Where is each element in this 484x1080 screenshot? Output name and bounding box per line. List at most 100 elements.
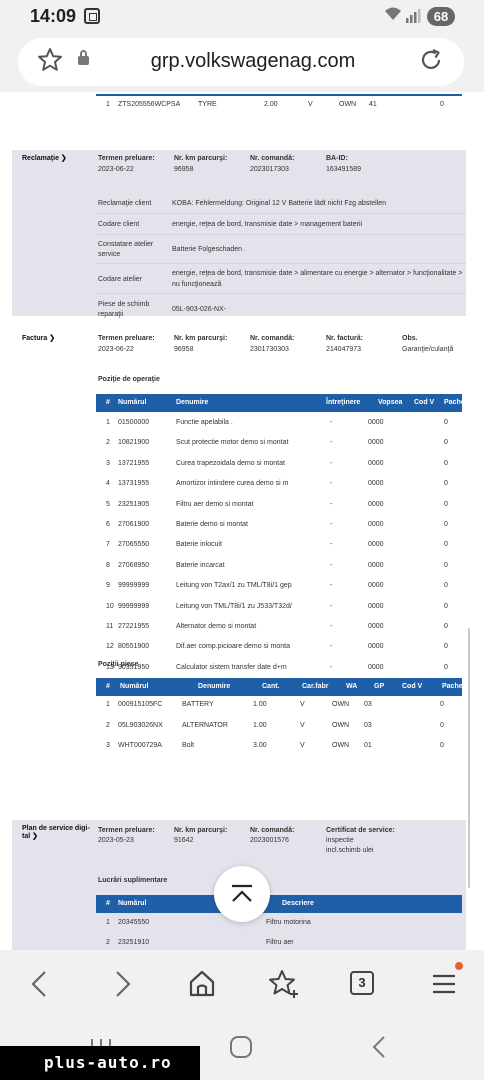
paint-value: 0000 [368, 419, 384, 426]
operation-description: Dif.aer comp.picioare demo si monta [176, 643, 290, 651]
part-number: WHT000729A [118, 742, 162, 749]
address-bar[interactable]: grp.volkswagenag.com [18, 38, 464, 86]
operation-number: 23251905 [118, 500, 150, 508]
operation-description: Curea trapezoidala demo si montat [176, 459, 285, 467]
operation-description: Leitung von TML/T8i/1 zu J533/T32d/ [176, 602, 292, 610]
work-number: 20345550 [118, 919, 150, 926]
manufacturer-flag: V [300, 701, 305, 708]
ops-title: Poziţie de operaţie [98, 376, 160, 383]
table-bottom-border [96, 94, 462, 96]
operation-number: 80551900 [118, 643, 150, 651]
url-text[interactable]: grp.volkswagenag.com [108, 50, 398, 73]
pachet-value: 0 [444, 521, 448, 528]
gp-value: 03 [364, 721, 372, 729]
browser-toolbar: grp.volkswagenag.com [0, 34, 484, 92]
pachet-value: 0 [444, 419, 448, 426]
factura-toggle[interactable]: Factura ❯ [22, 334, 55, 342]
pachet-value: 0 [444, 500, 448, 508]
menu-button[interactable] [424, 964, 464, 1004]
chevron-down-icon: ❯ [60, 155, 67, 162]
paint-value: 0000 [368, 623, 384, 630]
wa-value: OWN [332, 701, 350, 708]
forward-button[interactable] [102, 964, 142, 1004]
operation-description: Baterie demo si montat [176, 521, 248, 528]
work-description: Filtru motorina [266, 919, 311, 926]
reload-icon[interactable] [418, 47, 444, 77]
operation-number: 99999999 [118, 582, 150, 590]
bookmarks-button[interactable] [262, 964, 302, 1004]
operation-description: Filtru aer demo si montat [176, 500, 254, 508]
lock-icon [78, 50, 89, 65]
pachet-value: 0 [444, 459, 448, 467]
page-viewport[interactable]: 1 ZTS205556WCPSA TYRE 2.00 V OWN 41 0 Re… [0, 92, 484, 950]
service-plan-toggle[interactable]: Plan de service digi- tal ❯ [22, 825, 90, 840]
pachet-value: 0 [444, 480, 448, 488]
pachet-value: 0 [440, 742, 444, 749]
row-index: 9 [106, 582, 110, 590]
maintenance-value: - [330, 643, 333, 651]
maintenance-value: - [330, 521, 333, 528]
home-circle-icon[interactable] [228, 1034, 254, 1060]
work-description: Filtru aer [266, 939, 294, 946]
operation-number: 01500000 [118, 419, 150, 426]
extra-works-title: Lucrări suplimentare [98, 877, 168, 884]
row-index: 8 [106, 561, 110, 569]
bookmark-star-icon[interactable] [37, 47, 63, 77]
scroll-to-top-button[interactable] [214, 866, 270, 922]
scrollbar[interactable] [468, 628, 470, 888]
pachet-value: 0 [444, 561, 448, 569]
maintenance-value: - [330, 541, 333, 549]
row-index: 2 [106, 439, 110, 447]
parts-title: Poziţii piese [98, 661, 139, 668]
operation-description: Baterie incarcat [176, 561, 225, 569]
maintenance-value: - [330, 602, 333, 610]
row-index: 6 [106, 521, 110, 528]
maintenance-value: - [330, 480, 333, 488]
wifi-icon [384, 6, 402, 26]
operation-number: 27068950 [118, 561, 150, 569]
paint-value: 0000 [368, 459, 384, 467]
paint-value: 0000 [368, 521, 384, 528]
home-button[interactable] [182, 964, 222, 1004]
back-button[interactable] [20, 964, 60, 1004]
signal-icon [405, 8, 421, 24]
system-back-icon[interactable] [368, 1034, 390, 1060]
quantity-value: 1.00 [253, 721, 267, 729]
pachet-value: 0 [444, 663, 448, 671]
row-index: 4 [106, 480, 110, 488]
operation-description: Functie apelabila . [176, 419, 233, 426]
pachet-value: 0 [444, 541, 448, 549]
paint-value: 0000 [368, 602, 384, 610]
paint-value: 0000 [368, 663, 384, 671]
row-index: 2 [106, 939, 110, 946]
row-index: 1 [106, 919, 110, 926]
work-number: 23251910 [118, 939, 150, 946]
pachet-value: 0 [444, 439, 448, 447]
pachet-value: 0 [440, 701, 444, 708]
wa-value: OWN [332, 721, 350, 729]
gp-value: 03 [364, 701, 372, 708]
operation-number: 13721955 [118, 459, 150, 467]
reclamatie-toggle[interactable]: Reclamaţie ❯ [22, 154, 67, 162]
row-index: 1 [106, 419, 110, 426]
operation-number: 10821900 [118, 439, 150, 447]
part-number: 000915105FC [118, 701, 163, 708]
browser-bottom-bar: 3 [0, 950, 484, 1016]
pachet-value: 0 [444, 643, 448, 651]
maintenance-value: - [330, 439, 333, 447]
chevron-right-icon [116, 971, 131, 997]
operation-number: 13731955 [118, 480, 150, 488]
chevron-down-icon: ❯ [32, 833, 38, 840]
row-index: 1 [106, 701, 110, 708]
arrow-up-icon [232, 884, 252, 902]
maintenance-value: - [330, 623, 333, 630]
row-index: 10 [106, 602, 114, 610]
part-number: 05L903026NX [118, 721, 163, 729]
maintenance-value: - [330, 663, 333, 671]
tabs-button[interactable]: 3 [350, 971, 374, 995]
paint-value: 0000 [368, 500, 384, 508]
paint-value: 0000 [368, 582, 384, 590]
paint-value: 0000 [368, 439, 384, 447]
home-icon [189, 970, 215, 997]
maintenance-value: - [330, 500, 333, 508]
